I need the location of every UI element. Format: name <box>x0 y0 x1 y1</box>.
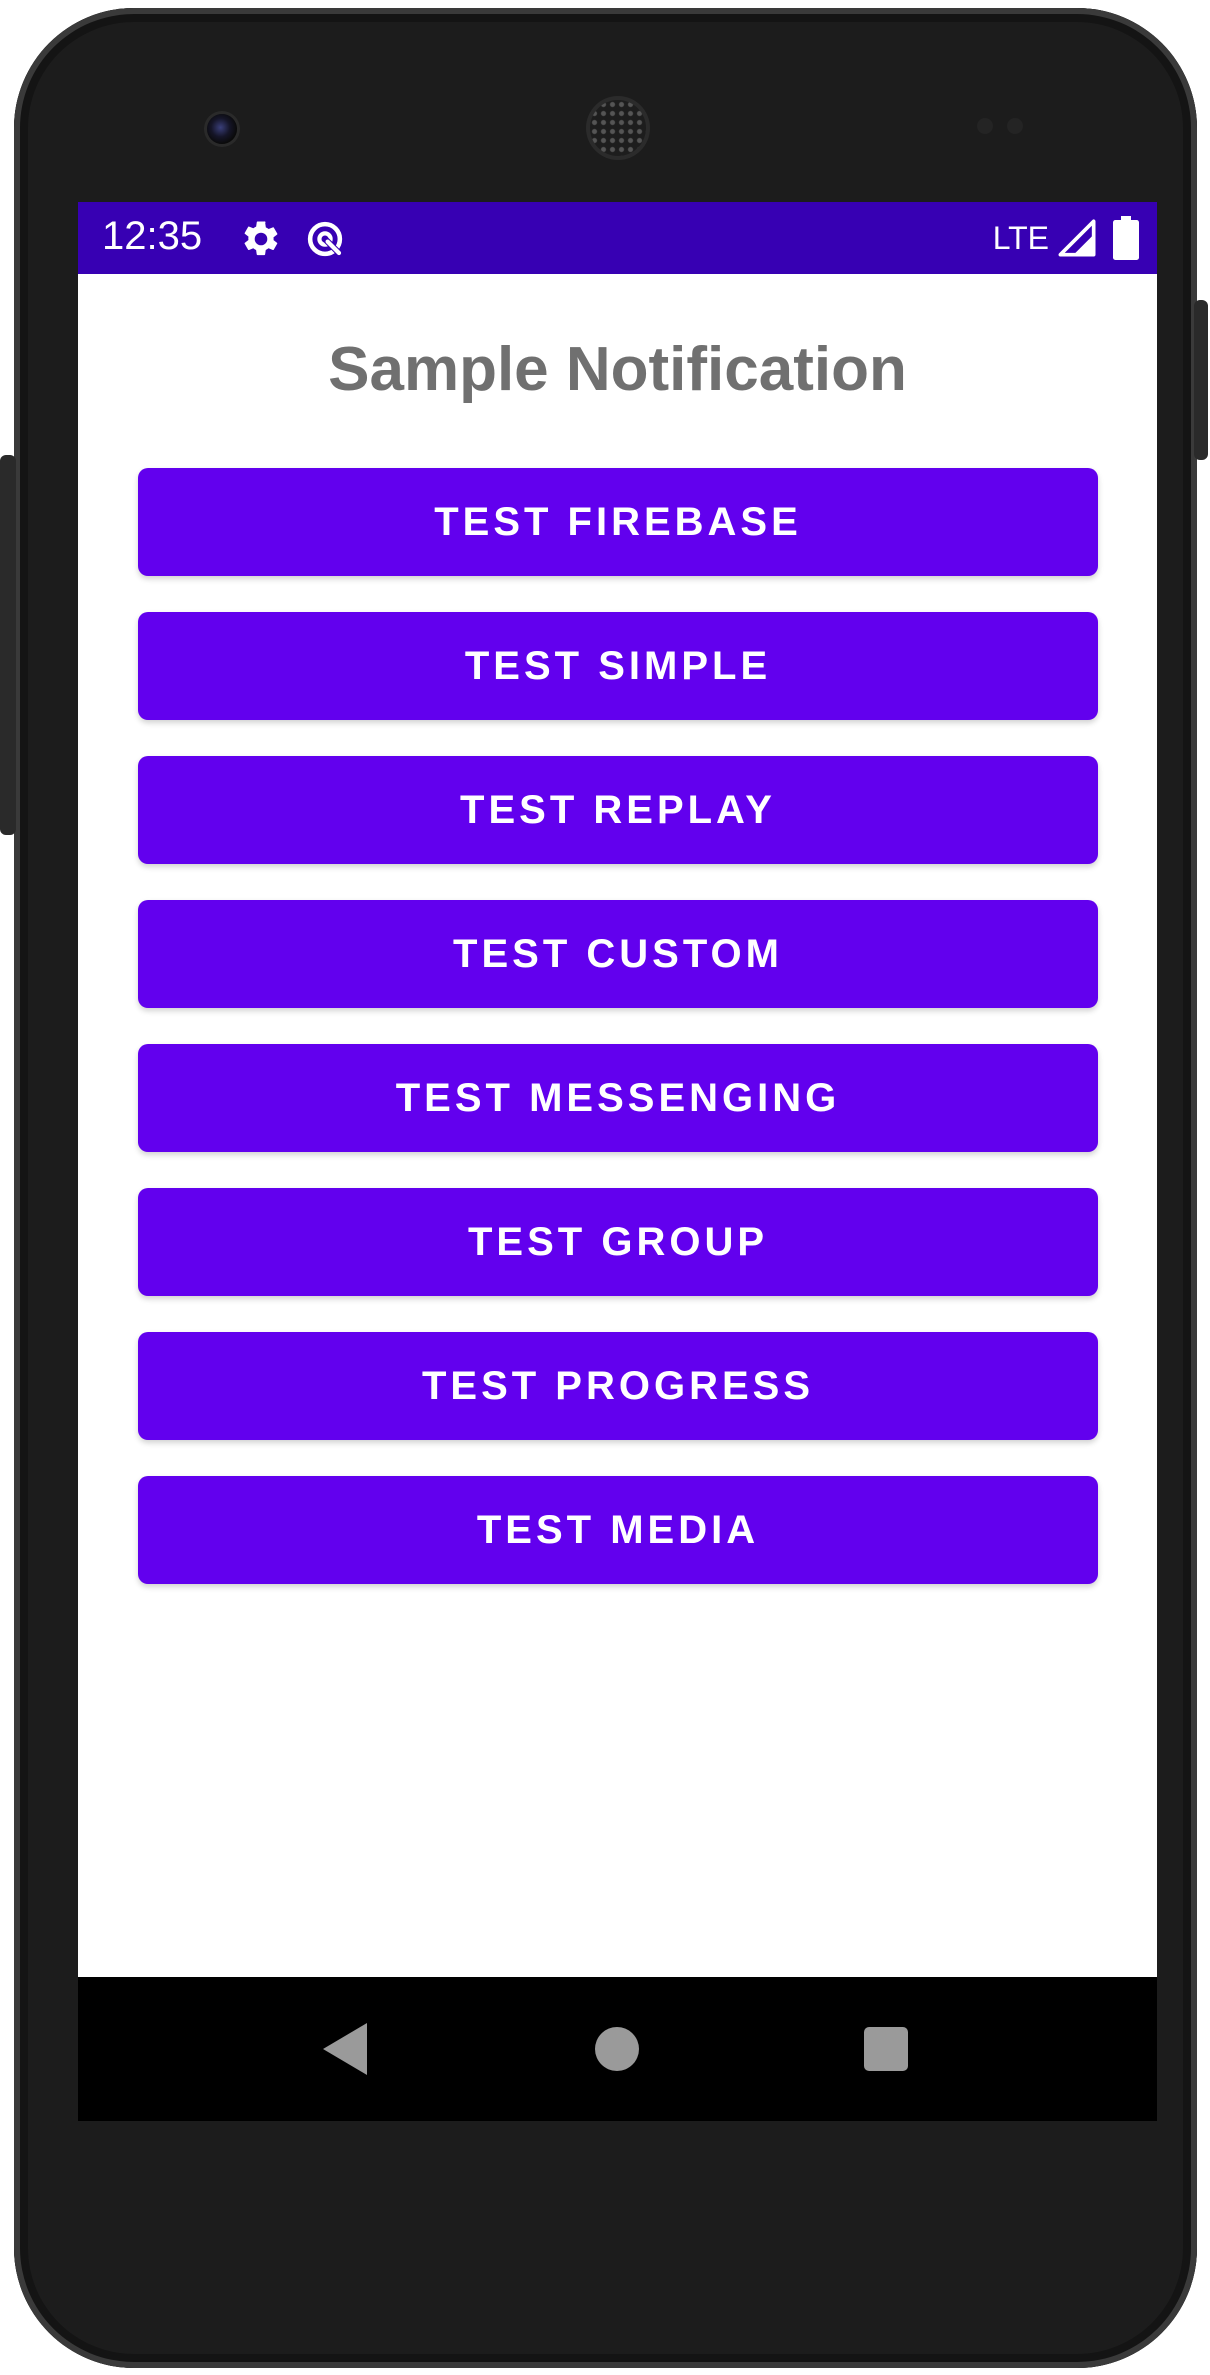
device-screen: 12:35 LTE Sample Notification TEST FIREB… <box>78 202 1157 2121</box>
data-saver-icon <box>307 221 343 257</box>
back-icon[interactable] <box>323 2023 367 2075</box>
navigation-bar <box>78 1977 1157 2121</box>
earpiece-speaker <box>590 100 646 156</box>
button-list: TEST FIREBASE TEST SIMPLE TEST REPLAY TE… <box>138 468 1098 1620</box>
network-type: LTE <box>992 220 1049 256</box>
test-simple-button[interactable]: TEST SIMPLE <box>138 612 1098 720</box>
test-progress-button[interactable]: TEST PROGRESS <box>138 1332 1098 1440</box>
test-group-button[interactable]: TEST GROUP <box>138 1188 1098 1296</box>
settings-icon <box>244 221 278 256</box>
app-content: Sample Notification TEST FIREBASE TEST S… <box>78 274 1157 1977</box>
signal-icon <box>1058 219 1096 257</box>
power-button <box>1194 300 1208 460</box>
test-media-button[interactable]: TEST MEDIA <box>138 1476 1098 1584</box>
light-sensor <box>1007 118 1023 134</box>
test-replay-button[interactable]: TEST REPLAY <box>138 756 1098 864</box>
test-firebase-button[interactable]: TEST FIREBASE <box>138 468 1098 576</box>
page-title: Sample Notification <box>328 335 907 404</box>
front-camera <box>207 114 237 144</box>
home-icon[interactable] <box>595 2027 639 2071</box>
proximity-sensor <box>977 118 993 134</box>
volume-button <box>0 455 16 835</box>
phone-frame: 12:35 LTE Sample Notification TEST FIREB… <box>14 8 1197 2368</box>
status-bar: 12:35 LTE <box>78 202 1157 274</box>
test-messenging-button[interactable]: TEST MESSENGING <box>138 1044 1098 1152</box>
battery-icon <box>1113 216 1139 260</box>
recent-apps-icon[interactable] <box>864 2027 908 2071</box>
test-custom-button[interactable]: TEST CUSTOM <box>138 900 1098 1008</box>
status-time: 12:35 <box>102 214 203 258</box>
